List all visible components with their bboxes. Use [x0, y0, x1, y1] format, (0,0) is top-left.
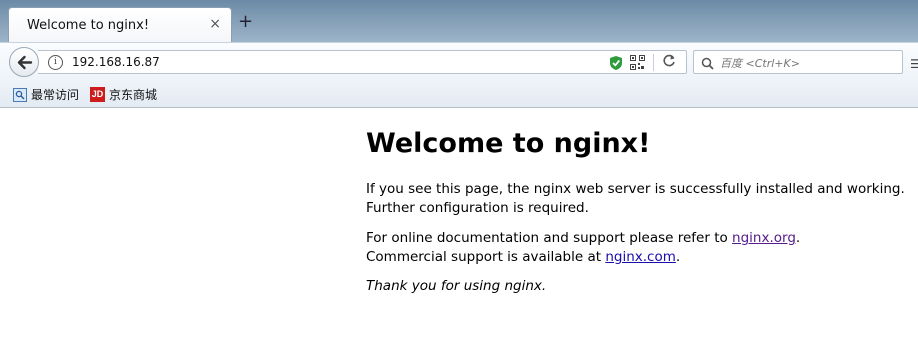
- shield-icon[interactable]: [609, 55, 623, 75]
- back-button[interactable]: [9, 47, 39, 77]
- menu-icon[interactable]: ☰: [910, 57, 918, 71]
- tab-title: Welcome to nginx!: [27, 18, 150, 33]
- search-input[interactable]: 百度 <Ctrl+K>: [720, 55, 800, 71]
- bookmark-folder-icon: [13, 87, 27, 102]
- qr-code-icon[interactable]: [630, 55, 645, 74]
- navigation-toolbar: i 192.168.16.87 百度 <Ctrl+K> ☰: [0, 42, 918, 83]
- tab-close-icon[interactable]: ×: [209, 17, 221, 31]
- search-icon: [701, 55, 714, 74]
- address-bar[interactable]: i 192.168.16.87: [38, 50, 687, 74]
- intro-line-1: If you see this page, the nginx web serv…: [366, 181, 905, 197]
- info-icon[interactable]: i: [48, 55, 63, 70]
- nginx-com-link[interactable]: nginx.com: [605, 249, 676, 265]
- jd-logo-icon: JD: [90, 87, 105, 102]
- docs-suffix: .: [795, 230, 801, 246]
- bookmark-label: 最常访问: [31, 88, 80, 102]
- support-paragraph: For online documentation and support ple…: [366, 229, 800, 267]
- intro-line-2: Further configuration is required.: [366, 200, 589, 216]
- docs-text: For online documentation and support ple…: [366, 230, 733, 246]
- commercial-suffix: .: [675, 249, 681, 265]
- url-text[interactable]: 192.168.16.87: [72, 55, 160, 69]
- page-title: Welcome to nginx!: [366, 128, 651, 159]
- bookmark-most-visited[interactable]: 最常访问: [13, 86, 79, 103]
- bookmark-label: 京东商城: [109, 88, 158, 102]
- new-tab-icon[interactable]: +: [238, 13, 253, 31]
- commercial-text: Commercial support is available at: [366, 249, 606, 265]
- intro-paragraph: If you see this page, the nginx web serv…: [366, 180, 905, 218]
- thanks-paragraph: Thank you for using nginx.: [366, 278, 547, 294]
- divider: [653, 54, 654, 71]
- bookmark-jd[interactable]: JD 京东商城: [90, 86, 157, 103]
- tab-strip: Welcome to nginx! × +: [0, 0, 918, 43]
- bookmarks-bar: 最常访问 JD 京东商城: [0, 82, 918, 108]
- back-arrow-icon: [17, 55, 33, 70]
- search-bar[interactable]: 百度 <Ctrl+K>: [693, 50, 903, 74]
- nginx-org-link[interactable]: nginx.org: [732, 230, 796, 246]
- browser-tab[interactable]: Welcome to nginx! ×: [8, 7, 232, 43]
- reload-icon[interactable]: [663, 54, 676, 71]
